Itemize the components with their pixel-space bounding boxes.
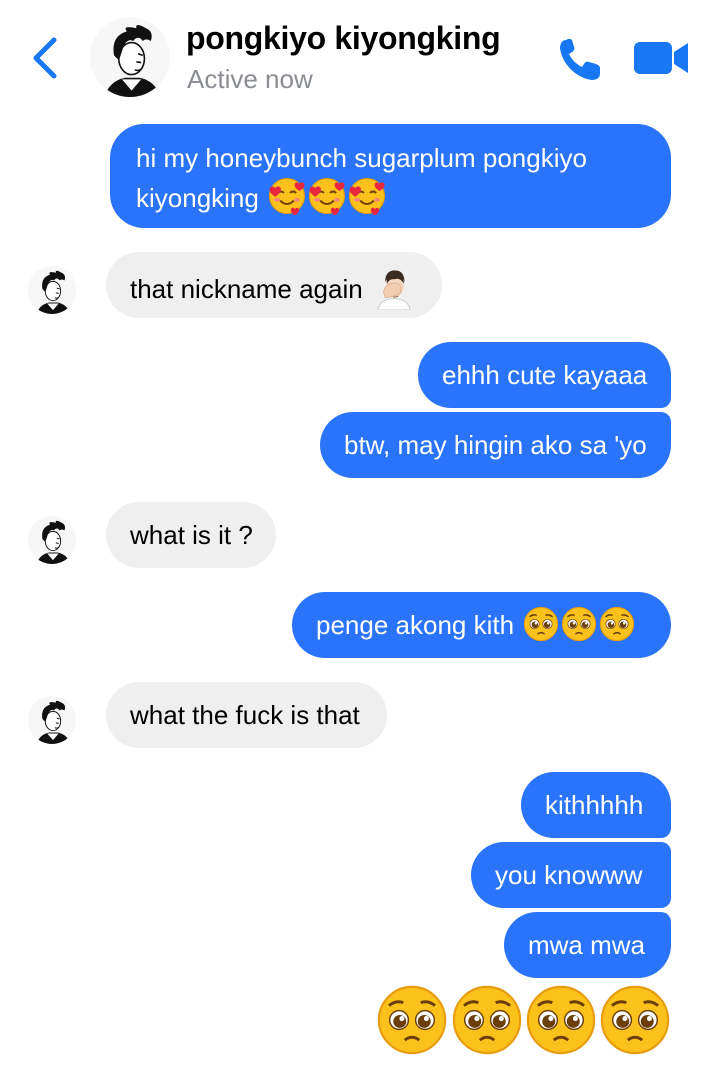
pleading-face-icon [600,606,635,642]
face-palm-icon [377,269,411,310]
outgoing-message[interactable]: you knowww [471,842,671,908]
message-text: hi my honeybunch sugarplum pongkiyo [136,143,587,173]
pleading-face-icon [524,606,559,642]
active-status: Active now [187,64,313,94]
phone-icon [560,39,600,80]
message-text: mwa mwa [528,930,646,960]
outgoing-message[interactable]: penge akong kith [292,592,671,658]
pleading-face-icon [377,985,447,1055]
contact-avatar-small[interactable] [28,266,76,314]
back-button[interactable] [28,34,64,82]
message-text: you knowww [495,860,643,890]
message-text: btw, may hingin ako sa 'yo [344,430,647,460]
contact-avatar[interactable] [90,17,170,97]
contact-avatar-small[interactable] [28,516,76,564]
smiling-face-with-hearts-icon [348,177,386,215]
outgoing-message[interactable]: kithhhhh [521,772,671,838]
outgoing-message[interactable]: btw, may hingin ako sa 'yo [320,412,671,478]
smiling-face-with-hearts-icon [308,177,346,215]
smiling-face-with-hearts-icon [268,177,306,215]
chat-header: pongkiyo kiyongking Active now [0,0,720,110]
video-call-button[interactable] [632,38,690,78]
message-text: that nickname again [130,274,363,304]
incoming-message[interactable]: what the fuck is that [106,682,387,748]
pleading-face-icon [562,606,597,642]
pleading-face-icon [526,985,596,1055]
outgoing-message[interactable]: ehhh cute kayaaa [418,342,671,408]
message-text: what the fuck is that [130,700,360,730]
message-text: kithhhhh [545,790,644,820]
pleading-face-icon [452,985,522,1055]
message-text: what is it ? [130,520,253,550]
outgoing-message[interactable]: hi my honeybunch sugarplum pongkiyo kiyo… [110,124,671,228]
message-text: penge akong kith [316,610,515,640]
outgoing-message[interactable]: mwa mwa [504,912,671,978]
incoming-message[interactable]: what is it ? [106,502,276,568]
contact-name[interactable]: pongkiyo kiyongking [186,20,501,57]
contact-avatar-small[interactable] [28,696,76,744]
pleading-face-icon [600,985,670,1055]
video-camera-icon [634,42,688,74]
audio-call-button[interactable] [556,36,604,84]
incoming-message[interactable]: that nickname again [106,252,442,318]
message-text: kiyongking [136,183,259,213]
message-text: ehhh cute kayaaa [442,360,648,390]
chevron-left-icon [33,37,57,79]
